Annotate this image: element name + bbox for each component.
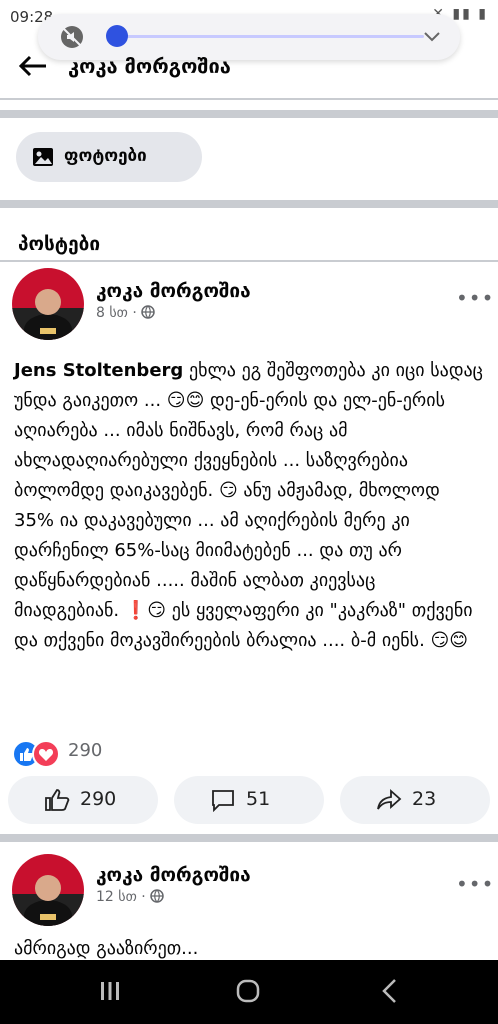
reactions-count: 290 — [68, 740, 103, 761]
avatar[interactable] — [12, 854, 84, 926]
photos-button-label: ფოტოები — [64, 146, 147, 166]
post-author[interactable]: კოკა მორგოშია — [96, 864, 251, 886]
post-text: ამრიგად გააზირეთ... — [14, 938, 199, 959]
share-button[interactable]: 23 — [340, 776, 490, 824]
section-separator — [0, 110, 498, 118]
back-arrow-icon[interactable] — [18, 54, 48, 78]
top-bar: კოკა მორგოშია — [0, 40, 498, 96]
comment-count: 51 — [246, 788, 271, 810]
avatar[interactable] — [12, 268, 84, 340]
volume-track[interactable] — [118, 35, 424, 38]
divider — [0, 98, 498, 100]
comment-button[interactable]: 51 — [174, 776, 324, 824]
home-icon[interactable] — [236, 979, 260, 1003]
post-text: Jens Stoltenberg ეხლა ეგ შეშფოთება კი იც… — [14, 356, 484, 656]
page-title: კოკა მორგოშია — [68, 54, 231, 78]
section-separator — [0, 834, 498, 842]
like-count: 290 — [80, 788, 117, 810]
comment-icon — [212, 790, 234, 812]
globe-icon — [150, 889, 164, 903]
post-meta: 12 სთ · — [96, 889, 164, 905]
love-reaction-icon — [32, 740, 60, 768]
post-time: 12 სთ — [96, 889, 137, 905]
globe-icon — [141, 305, 155, 319]
post-body: ეხლა ეგ შეშფოთება კი იცი სადაც უნდა გაიკ… — [14, 360, 483, 651]
section-title: პოსტები — [18, 233, 101, 255]
more-icon[interactable]: ••• — [456, 286, 494, 310]
divider — [0, 260, 498, 262]
recents-icon[interactable] — [98, 980, 122, 1002]
section-separator — [0, 200, 498, 208]
post-mention[interactable]: Jens Stoltenberg — [14, 360, 183, 381]
reactions-summary[interactable]: 290 — [12, 738, 152, 768]
like-icon — [45, 789, 70, 811]
photo-icon — [33, 148, 53, 166]
post-meta: 8 სთ · — [96, 305, 155, 321]
nav-back-icon[interactable] — [380, 978, 400, 1004]
share-count: 23 — [412, 788, 437, 810]
navigation-bar — [0, 960, 498, 1024]
photos-button[interactable]: ფოტოები — [16, 132, 202, 182]
share-icon — [377, 788, 402, 810]
post-author[interactable]: კოკა მორგოშია — [96, 280, 251, 302]
more-icon[interactable]: ••• — [456, 872, 494, 896]
like-button[interactable]: 290 — [8, 776, 158, 824]
post-time: 8 სთ — [96, 305, 128, 321]
